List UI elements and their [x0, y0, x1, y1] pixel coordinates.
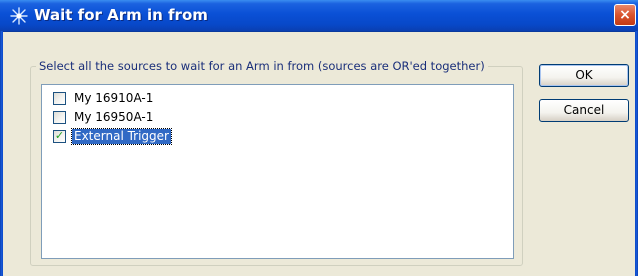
ok-button[interactable]: OK: [539, 64, 629, 87]
checkmark-icon: ✓: [54, 129, 65, 142]
list-item-my-16910a-1[interactable]: My 16910A-1: [50, 90, 510, 107]
list-item-label: My 16950A-1: [74, 110, 154, 124]
cancel-button[interactable]: Cancel: [539, 99, 629, 122]
sparkle-icon: [10, 7, 28, 25]
checkbox-my-16910a-1[interactable]: [53, 92, 66, 105]
checkbox-external-trigger[interactable]: ✓: [53, 129, 66, 143]
close-icon: ×: [619, 7, 631, 23]
checkbox-my-16950a-1[interactable]: [53, 111, 66, 124]
window-frame-left: [0, 31, 3, 276]
title-bar[interactable]: Wait for Arm in from ×: [0, 0, 638, 32]
list-item-label: External Trigger: [71, 128, 172, 145]
window-title: Wait for Arm in from: [34, 6, 208, 24]
sources-listbox[interactable]: My 16910A-1 My 16950A-1 ✓ External Trigg…: [41, 84, 514, 259]
list-item-external-trigger[interactable]: ✓ External Trigger: [50, 128, 510, 145]
list-item-my-16950a-1[interactable]: My 16950A-1: [50, 109, 510, 126]
close-button[interactable]: ×: [614, 4, 636, 26]
dialog-window: Wait for Arm in from × Select all the so…: [0, 0, 638, 276]
groupbox-legend: Select all the sources to wait for an Ar…: [36, 59, 488, 73]
list-item-label: My 16910A-1: [74, 91, 154, 105]
